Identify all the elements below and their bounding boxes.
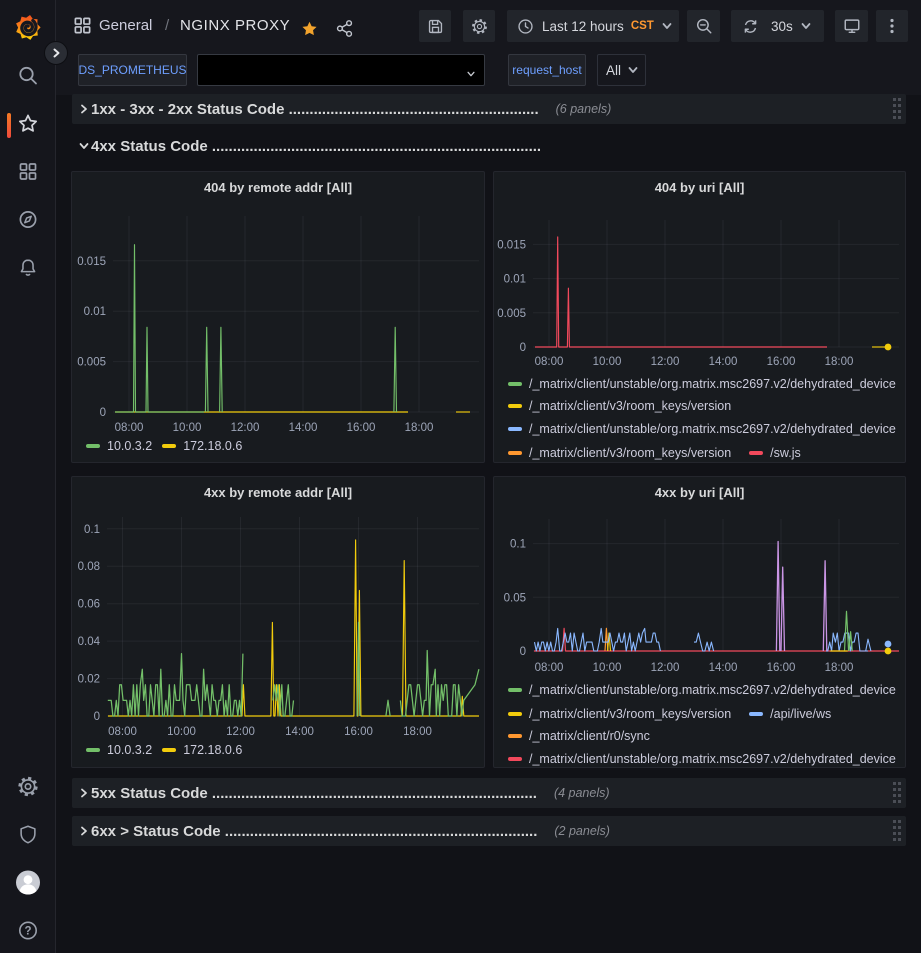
svg-text:0.05: 0.05 — [504, 592, 526, 604]
svg-text:18:00: 18:00 — [825, 356, 854, 368]
svg-text:0.1: 0.1 — [510, 539, 526, 551]
svg-text:18:00: 18:00 — [825, 662, 854, 674]
svg-text:14:00: 14:00 — [285, 726, 314, 738]
svg-text:12:00: 12:00 — [651, 356, 680, 368]
svg-text:12:00: 12:00 — [231, 422, 260, 434]
svg-text:16:00: 16:00 — [767, 662, 796, 674]
svg-text:14:00: 14:00 — [709, 662, 738, 674]
svg-text:08:00: 08:00 — [115, 422, 144, 434]
svg-text:08:00: 08:00 — [535, 356, 564, 368]
svg-text:0.015: 0.015 — [77, 256, 106, 268]
svg-text:12:00: 12:00 — [651, 662, 680, 674]
svg-text:0: 0 — [520, 342, 526, 354]
svg-text:10:00: 10:00 — [173, 422, 202, 434]
svg-text:0.01: 0.01 — [84, 306, 106, 318]
svg-text:0.015: 0.015 — [497, 239, 526, 251]
svg-text:0: 0 — [520, 646, 526, 658]
svg-text:?: ? — [24, 926, 31, 938]
svg-text:10:00: 10:00 — [167, 726, 196, 738]
svg-text:0: 0 — [100, 407, 106, 419]
svg-text:0.005: 0.005 — [497, 308, 526, 320]
svg-text:16:00: 16:00 — [767, 356, 796, 368]
svg-text:0: 0 — [94, 711, 100, 723]
svg-text:10:00: 10:00 — [593, 356, 622, 368]
svg-text:14:00: 14:00 — [709, 356, 738, 368]
svg-text:16:00: 16:00 — [344, 726, 373, 738]
svg-text:12:00: 12:00 — [226, 726, 255, 738]
svg-text:0.005: 0.005 — [77, 357, 106, 369]
svg-text:08:00: 08:00 — [535, 662, 564, 674]
svg-text:18:00: 18:00 — [403, 726, 432, 738]
svg-text:0.02: 0.02 — [78, 674, 100, 686]
svg-text:0.01: 0.01 — [504, 274, 526, 286]
svg-text:18:00: 18:00 — [405, 422, 434, 434]
svg-text:0.04: 0.04 — [78, 636, 101, 648]
svg-text:0.1: 0.1 — [84, 524, 100, 536]
svg-text:0.08: 0.08 — [78, 561, 100, 573]
svg-text:0.06: 0.06 — [78, 599, 100, 611]
svg-text:08:00: 08:00 — [108, 726, 137, 738]
svg-text:16:00: 16:00 — [347, 422, 376, 434]
svg-text:10:00: 10:00 — [593, 662, 622, 674]
svg-text:14:00: 14:00 — [289, 422, 318, 434]
